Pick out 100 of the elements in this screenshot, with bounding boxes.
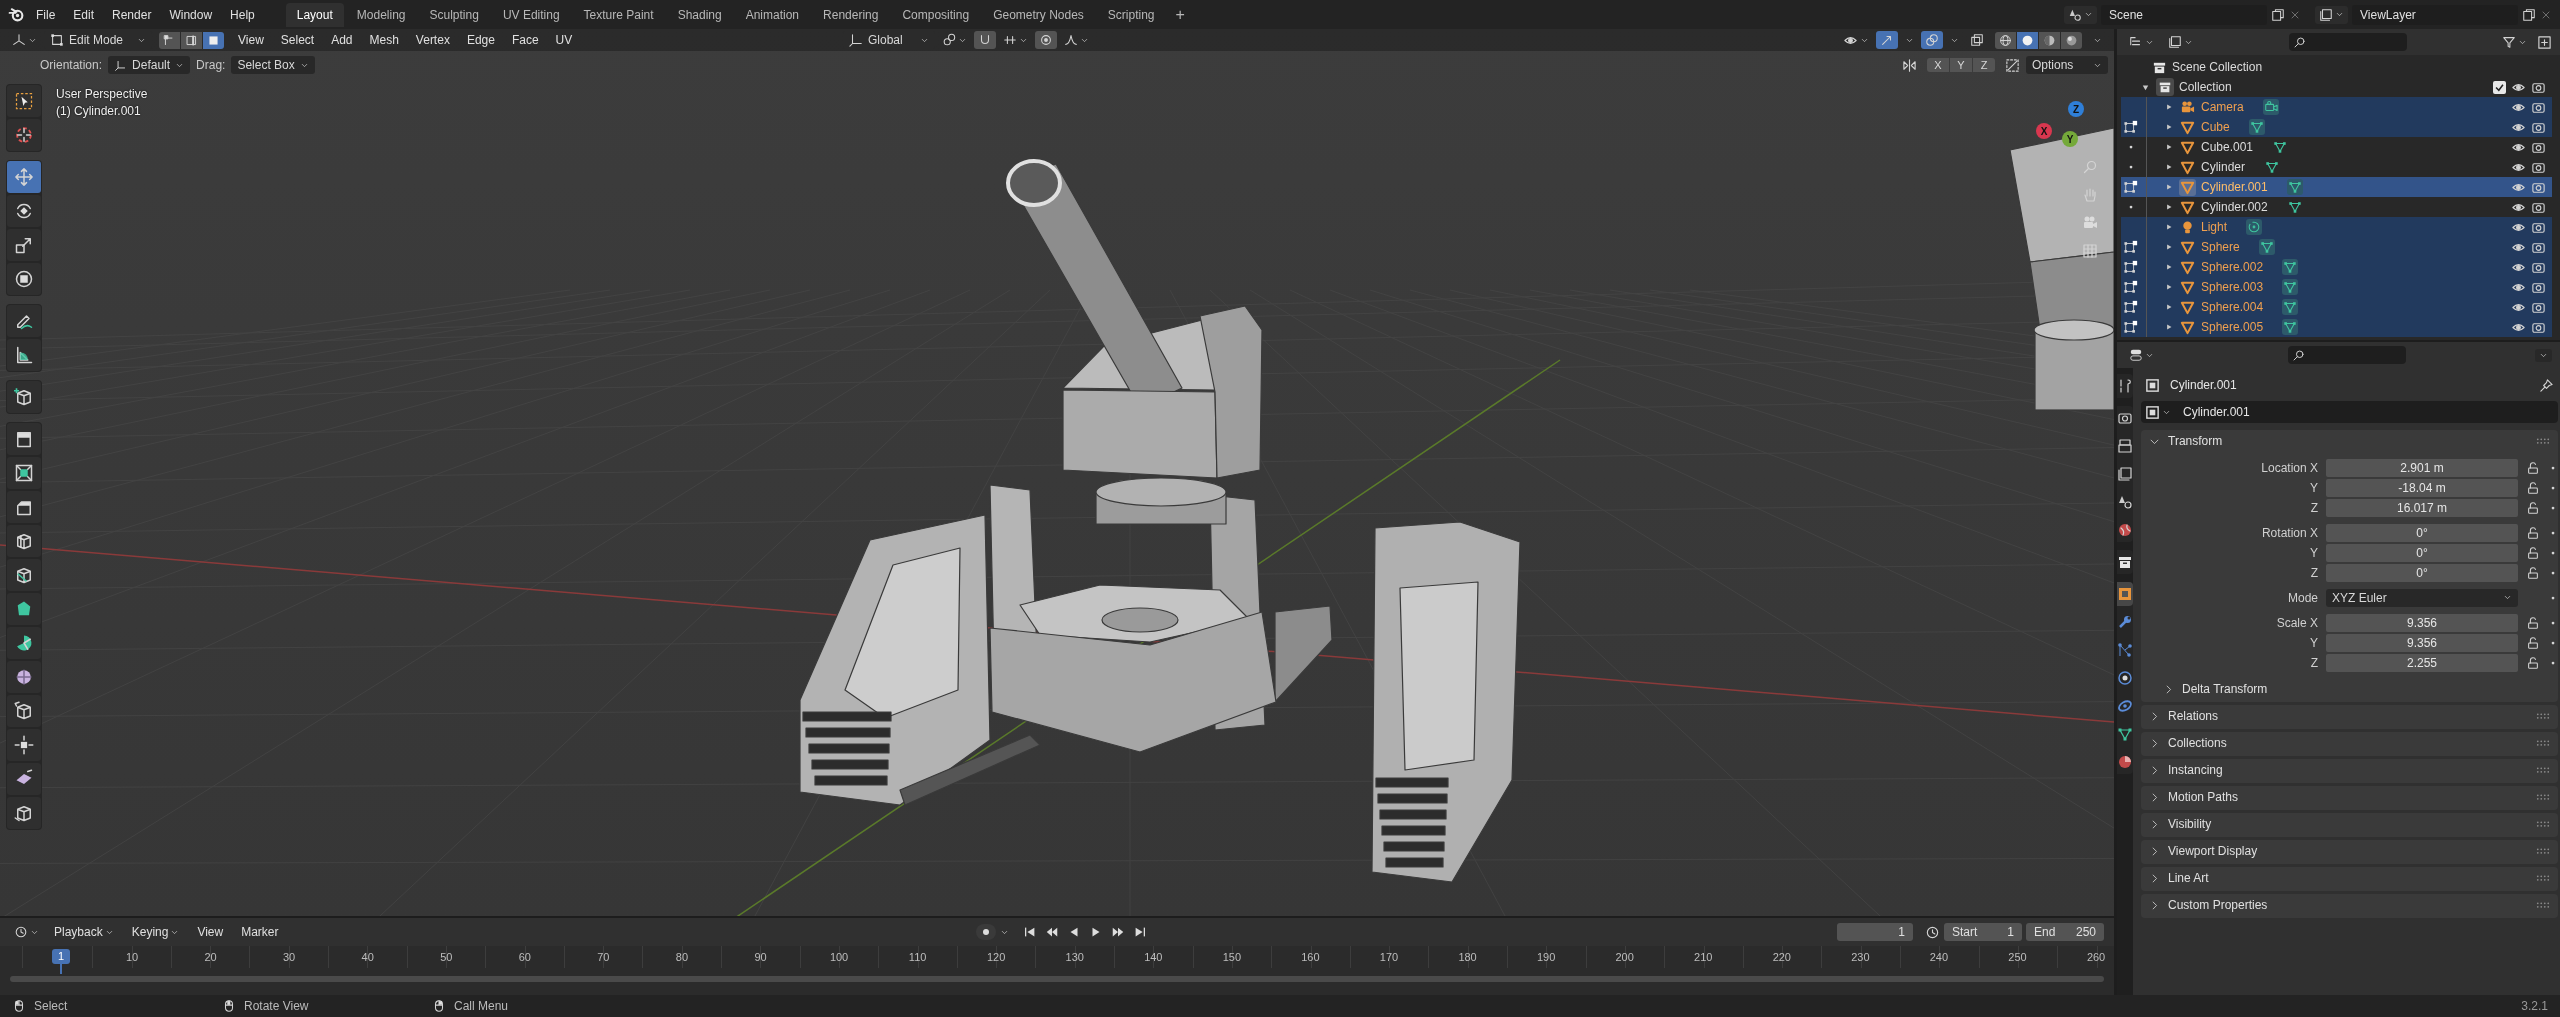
axis-toggle[interactable]: Y bbox=[1950, 58, 1972, 72]
workspace-tab[interactable]: Animation bbox=[734, 2, 811, 27]
menu-item[interactable]: UV bbox=[548, 31, 580, 49]
field-label: Z bbox=[2309, 655, 2318, 670]
menu-item[interactable]: Marker bbox=[234, 923, 286, 942]
tree-item[interactable]: Scene Collection bbox=[2172, 60, 2263, 74]
view-layer-field[interactable]: ViewLayer bbox=[2352, 4, 2518, 25]
drag-dropdown[interactable]: Select Box bbox=[231, 56, 315, 74]
tree-row[interactable]: Light bbox=[2121, 217, 2552, 237]
viewport-info-text: (1) Cylinder.001 bbox=[56, 104, 142, 118]
end-frame-field[interactable]: End 250 bbox=[2026, 923, 2104, 942]
tree-row[interactable]: Cube bbox=[2121, 117, 2552, 137]
number-field[interactable]: 0° bbox=[2326, 563, 2518, 582]
object-name: Camera bbox=[2201, 100, 2244, 114]
field-label: Location X bbox=[2260, 460, 2318, 475]
number-field[interactable]: 2.901 m bbox=[2326, 458, 2518, 477]
frame-number: 130 bbox=[1064, 951, 1085, 964]
number-field[interactable]: 16.017 m bbox=[2326, 498, 2518, 517]
number-field[interactable]: 9.356 bbox=[2326, 633, 2518, 652]
status-hint: Call Menu bbox=[454, 999, 509, 1013]
number-field[interactable]: 0° bbox=[2326, 543, 2518, 562]
frame-field[interactable]: 1 bbox=[1837, 923, 1913, 942]
tree-row[interactable]: Sphere bbox=[2121, 237, 2552, 257]
menu-item[interactable]: Window bbox=[162, 4, 220, 25]
number-field[interactable]: 9.356 bbox=[2326, 613, 2518, 632]
workspace-tab[interactable]: Compositing bbox=[891, 2, 981, 27]
menu-item[interactable]: Edit bbox=[66, 4, 102, 25]
workspace-tab[interactable]: Layout bbox=[285, 2, 344, 27]
panel-header[interactable]: Visibility bbox=[2141, 813, 2558, 835]
workspace-tab[interactable]: Scripting bbox=[1096, 2, 1166, 27]
object-name: Sphere.002 bbox=[2201, 260, 2264, 274]
add-workspace-button[interactable]: + bbox=[1167, 3, 1193, 26]
tree-row[interactable]: Sphere.003 bbox=[2121, 277, 2552, 297]
panel-header[interactable]: Custom Properties bbox=[2141, 894, 2558, 916]
playhead[interactable]: 1 bbox=[52, 949, 70, 965]
menu-item[interactable]: Vertex bbox=[408, 31, 457, 49]
workspace-tab[interactable]: Texture Paint bbox=[572, 2, 665, 27]
tree-row[interactable]: Cylinder.001 bbox=[2121, 177, 2552, 197]
status-hint: Select bbox=[34, 999, 68, 1013]
drag-label: Drag: bbox=[196, 58, 226, 72]
scene-field[interactable]: Scene bbox=[2101, 4, 2267, 25]
menu-dropdown[interactable]: Playback bbox=[47, 923, 121, 942]
panel-header[interactable]: Line Art bbox=[2141, 867, 2558, 889]
number-field[interactable]: 2.255 bbox=[2326, 653, 2518, 672]
tree-row[interactable]: Camera bbox=[2121, 97, 2552, 117]
panel-header[interactable]: Transform bbox=[2141, 430, 2558, 452]
object-name: Cylinder.001 bbox=[2170, 378, 2237, 392]
menu-item[interactable]: View bbox=[231, 31, 271, 49]
tree-row[interactable]: Sphere.004 bbox=[2121, 297, 2552, 317]
tree-row[interactable]: Sphere.005 bbox=[2121, 317, 2552, 337]
field-label: Z bbox=[2309, 500, 2318, 515]
frame-number: 30 bbox=[282, 951, 297, 964]
workspace-tab[interactable]: Geometry Nodes bbox=[982, 2, 1095, 27]
frame-number: 100 bbox=[828, 951, 850, 964]
start-frame-field[interactable]: Start 1 bbox=[1944, 923, 2022, 942]
menu-item[interactable]: Face bbox=[504, 31, 546, 49]
object-name: Cube.001 bbox=[2201, 140, 2254, 154]
menu-item[interactable]: Edge bbox=[459, 31, 502, 49]
menu-item[interactable]: File bbox=[29, 4, 63, 25]
frame-number: 160 bbox=[1300, 951, 1321, 964]
menu-dropdown[interactable]: Keying bbox=[124, 923, 187, 942]
workspace-tab[interactable]: Sculpting bbox=[418, 2, 490, 27]
workspace-tab[interactable]: Rendering bbox=[812, 2, 890, 27]
mode-dropdown[interactable]: XYZ Euler bbox=[2326, 588, 2518, 607]
menu-item[interactable]: Add bbox=[324, 31, 360, 49]
menu-item[interactable]: Select bbox=[273, 31, 322, 49]
tree-item[interactable]: Collection bbox=[2179, 80, 2232, 94]
menu-item[interactable]: Mesh bbox=[362, 31, 406, 49]
orientation-label: Orientation: bbox=[40, 58, 103, 72]
status-hint: Rotate View bbox=[244, 999, 309, 1013]
tree-row[interactable]: Sphere.002 bbox=[2121, 257, 2552, 277]
panel-header[interactable]: Motion Paths bbox=[2141, 786, 2558, 808]
field-label: Y bbox=[2309, 480, 2318, 495]
panel-header[interactable]: Viewport Display bbox=[2141, 840, 2558, 862]
frame-number: 170 bbox=[1378, 951, 1400, 964]
object-name: Cylinder bbox=[2201, 160, 2245, 174]
menu-item[interactable]: View bbox=[190, 923, 231, 942]
axis-toggle[interactable]: X bbox=[1927, 58, 1949, 72]
orientation-dropdown[interactable]: Default bbox=[108, 56, 191, 74]
options-dropdown[interactable]: Options bbox=[2026, 56, 2108, 74]
tree-row[interactable]: Cube.001 bbox=[2121, 137, 2552, 157]
workspace-tab[interactable]: UV Editing bbox=[491, 2, 571, 27]
number-field[interactable]: -18.04 m bbox=[2326, 478, 2518, 497]
frame-number: 230 bbox=[1850, 951, 1871, 964]
panel-header[interactable]: Instancing bbox=[2141, 759, 2558, 781]
workspace-tab[interactable]: Shading bbox=[666, 2, 733, 27]
frame-number: 210 bbox=[1693, 951, 1714, 964]
panel-header[interactable]: Relations bbox=[2141, 705, 2558, 727]
frame-number: 10 bbox=[124, 951, 140, 964]
axis-toggle[interactable]: Z bbox=[1973, 58, 1995, 72]
number-field[interactable]: 0° bbox=[2326, 523, 2518, 542]
object-name: Light bbox=[2201, 220, 2228, 234]
object-name: Sphere bbox=[2201, 240, 2240, 254]
panel-header[interactable]: Collections bbox=[2141, 732, 2558, 754]
panel-header[interactable]: Delta Transform bbox=[2141, 678, 2558, 700]
frame-number: 40 bbox=[360, 951, 375, 964]
menu-item[interactable]: Render bbox=[105, 4, 159, 25]
workspace-tab[interactable]: Modeling bbox=[345, 2, 417, 27]
menu-item[interactable]: Help bbox=[223, 4, 262, 25]
version-label: 3.2.1 bbox=[2521, 999, 2548, 1013]
